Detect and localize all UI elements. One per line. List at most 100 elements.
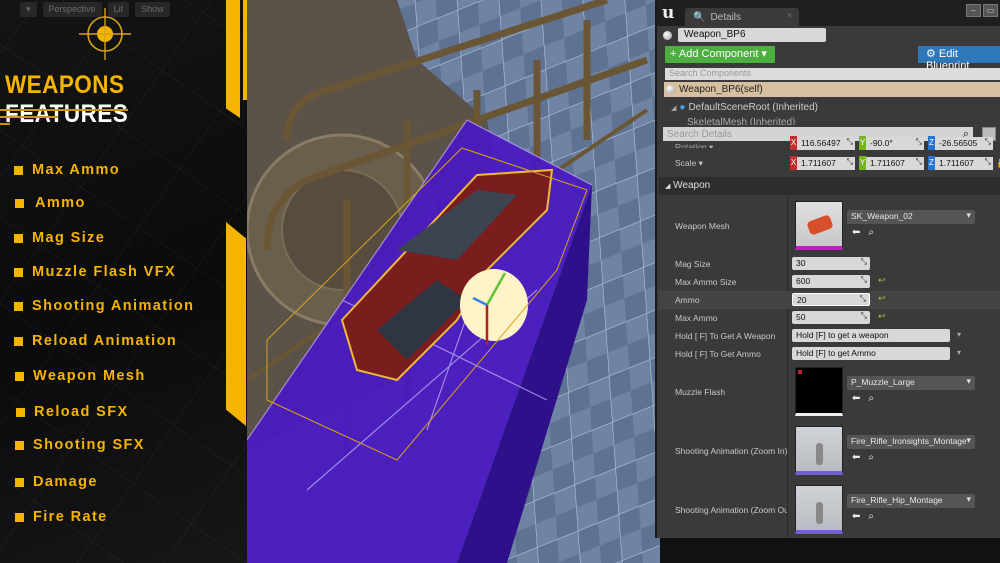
- scale-x-input[interactable]: 1.711607: [797, 156, 855, 170]
- hold-weapon-input[interactable]: Hold [F] to get a weapon: [792, 329, 950, 342]
- feature-item: Mag Size: [14, 230, 105, 246]
- tab-details[interactable]: 🔍 Details ✕: [685, 8, 799, 26]
- axis-y-icon: Y: [859, 136, 866, 150]
- properties-list: Rotation ▾ X116.56497 Y-90.0° Z-26.56505…: [659, 136, 1000, 538]
- text-options-caret-icon[interactable]: ▾: [957, 348, 961, 357]
- component-self-row[interactable]: Weapon_BP6(self): [664, 82, 1000, 97]
- feature-label: Weapon Mesh: [33, 368, 146, 384]
- rotation-x-input[interactable]: 116.56497: [797, 136, 855, 150]
- feature-item: Damage: [15, 474, 98, 490]
- browse-search-icon[interactable]: ⌕: [868, 511, 874, 522]
- section-title: Weapon: [673, 180, 711, 191]
- axis-y-icon: Y: [859, 156, 866, 170]
- bullet-icon: [15, 198, 24, 208]
- bullet-icon: [15, 371, 24, 381]
- weapon-mesh-thumbnail[interactable]: [795, 201, 843, 250]
- level-viewport[interactable]: [247, 0, 660, 563]
- feature-label: Max Ammo: [32, 162, 121, 178]
- feature-label: Shooting SFX: [33, 437, 145, 453]
- crosshair-icon: [79, 8, 131, 60]
- accent-bar: [226, 222, 246, 426]
- max-ammo-size-input[interactable]: 600: [792, 275, 870, 288]
- feature-label: Mag Size: [32, 230, 106, 246]
- muzzle-flash-dropdown[interactable]: P_Muzzle_Large: [847, 376, 975, 390]
- reset-to-default-icon[interactable]: ↩: [878, 293, 886, 304]
- actor-name-row: Weapon_BP6: [663, 28, 826, 42]
- viewport-menu-button[interactable]: ▾: [20, 2, 37, 17]
- feature-item: Muzzle Flash VFX: [14, 264, 176, 280]
- mag-size-input[interactable]: 30: [792, 257, 870, 270]
- browse-search-icon[interactable]: ⌕: [868, 227, 874, 238]
- browse-search-icon[interactable]: ⌕: [868, 452, 874, 463]
- rotation-y-input[interactable]: -90.0°: [866, 136, 924, 150]
- scale-fields: X1.711607 Y1.711607 Z1.711607 🔓: [790, 156, 1000, 170]
- feature-label: Fire Rate: [33, 509, 108, 525]
- mag-size-label: Mag Size: [675, 259, 711, 269]
- expand-arrow-icon[interactable]: ◢: [671, 104, 676, 112]
- shoot-zoom-out-dropdown[interactable]: Fire_Rifle_Hip_Montage: [847, 494, 975, 508]
- minimize-icon[interactable]: –: [966, 4, 981, 17]
- muzzle-flash-thumbnail[interactable]: [795, 367, 843, 416]
- mannequin-preview: [816, 443, 823, 465]
- shoot-zoom-in-thumbnail[interactable]: [795, 426, 843, 475]
- muzzle-flash-label: Muzzle Flash: [675, 387, 726, 397]
- use-selected-arrow-icon[interactable]: ⬅: [852, 227, 860, 238]
- feature-item: Max Ammo: [14, 162, 120, 178]
- weapon-section-header[interactable]: ◢ Weapon: [659, 177, 1000, 195]
- bullet-icon: [15, 512, 24, 522]
- shoot-zoom-out-thumbnail[interactable]: [795, 485, 843, 534]
- search-components-input[interactable]: Search Components: [665, 68, 1000, 80]
- edit-blueprint-button[interactable]: ⚙ Edit Blueprint: [918, 46, 1000, 72]
- feature-item: Weapon Mesh: [15, 368, 146, 384]
- maximize-icon[interactable]: ▭: [983, 4, 998, 17]
- feature-item: Reload SFX: [16, 404, 129, 420]
- max-ammo-input[interactable]: 50: [792, 311, 870, 324]
- show-button[interactable]: Show: [135, 2, 170, 17]
- window-controls: – ▭: [966, 4, 998, 17]
- lock-icon[interactable]: 🔓: [996, 158, 1000, 169]
- use-selected-arrow-icon[interactable]: ⬅: [852, 511, 860, 522]
- feature-label: Damage: [33, 474, 98, 490]
- shoot-zoom-out-label: Shooting Animation (Zoom Ou: [675, 505, 787, 515]
- shoot-zoom-out-actions: ⬅ ⌕: [852, 511, 874, 522]
- use-selected-arrow-icon[interactable]: ⬅: [852, 452, 860, 463]
- feature-label: Ammo: [35, 195, 86, 211]
- hold-ammo-label: Hold [ F] To Get Ammo: [675, 349, 761, 359]
- details-tab-icon: 🔍: [693, 11, 706, 23]
- reset-to-default-icon[interactable]: ↩: [878, 275, 886, 286]
- ammo-label: Ammo: [675, 295, 700, 305]
- shoot-zoom-in-dropdown[interactable]: Fire_Rifle_Ironsights_Montage: [847, 435, 975, 449]
- browse-search-icon[interactable]: ⌕: [868, 393, 874, 404]
- reset-to-default-icon[interactable]: ↩: [878, 311, 886, 322]
- axis-x-icon: X: [790, 156, 797, 170]
- axis-z-icon: Z: [928, 136, 935, 150]
- feature-item: Ammo: [15, 195, 86, 211]
- close-tab-icon[interactable]: ✕: [786, 11, 793, 20]
- max-ammo-label: Max Ammo: [675, 313, 718, 323]
- scale-y-input[interactable]: 1.711607: [866, 156, 924, 170]
- max-ammo-size-label: Max Ammo Size: [675, 277, 737, 287]
- component-tree-item[interactable]: ◢ ● DefaultSceneRoot (Inherited): [671, 102, 818, 113]
- text-options-caret-icon[interactable]: ▾: [957, 330, 961, 339]
- hold-ammo-input[interactable]: Hold [F] to get Ammo: [792, 347, 950, 360]
- use-selected-arrow-icon[interactable]: ⬅: [852, 393, 860, 404]
- rotation-z-input[interactable]: -26.56505: [935, 136, 993, 150]
- title-highlight: WEAPONS: [5, 71, 125, 99]
- column-divider[interactable]: [787, 195, 788, 538]
- ammo-input[interactable]: 20: [792, 293, 870, 306]
- weapon-mesh-label: Weapon Mesh: [675, 221, 730, 231]
- weapon-mesh-actions: ⬅ ⌕: [852, 227, 874, 238]
- component-self-label: Weapon_BP6(self): [679, 84, 763, 95]
- rotation-label[interactable]: Rotation ▾: [675, 142, 713, 148]
- scale-z-input[interactable]: 1.711607: [935, 156, 993, 170]
- component-tree-item[interactable]: SkeletalMesh (Inherited): [687, 117, 795, 125]
- particle-marker-icon: [798, 370, 802, 374]
- bullet-icon: [14, 165, 23, 175]
- weapon-mesh-dropdown[interactable]: SK_Weapon_02: [847, 210, 975, 224]
- add-component-button[interactable]: + Add Component ▾: [665, 46, 775, 63]
- actor-name-input[interactable]: Weapon_BP6: [678, 28, 826, 42]
- scale-label[interactable]: Scale ▾: [675, 158, 703, 169]
- bullet-icon: [16, 407, 25, 417]
- feature-label: Muzzle Flash VFX: [32, 264, 177, 280]
- tab-details-label: Details: [710, 11, 742, 23]
